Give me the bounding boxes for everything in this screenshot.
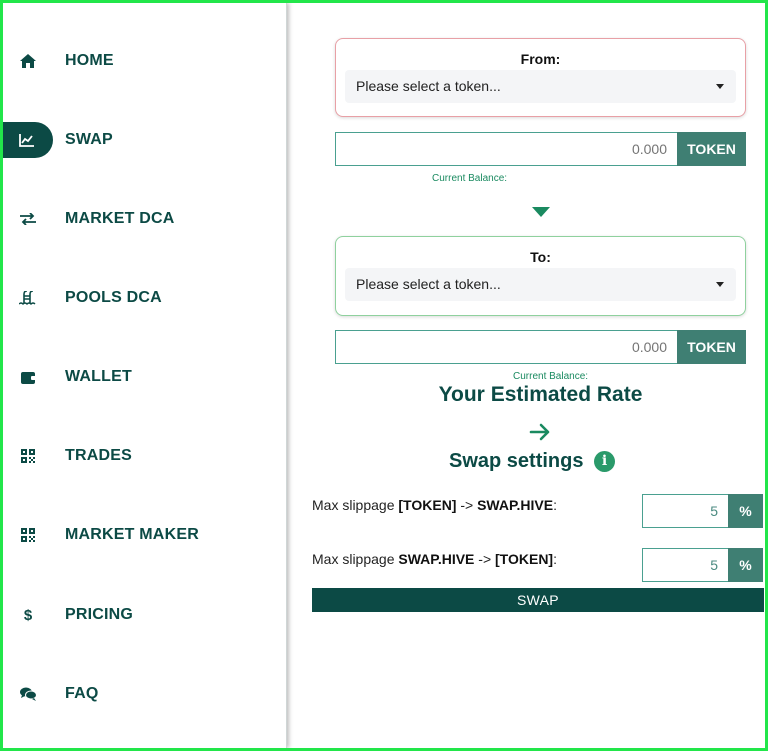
from-token-card: From: Please select a token... <box>335 38 746 117</box>
to-token-select[interactable]: Please select a token... <box>345 268 736 301</box>
sidebar-item-label: WALLET <box>65 368 132 385</box>
from-token-button[interactable]: TOKEN <box>677 132 746 166</box>
sidebar-item-label: POOLS DCA <box>65 289 162 306</box>
exchange-arrows-icon <box>17 208 39 230</box>
from-balance-label: Current Balance: <box>432 173 508 184</box>
qrcode-icon <box>17 445 39 467</box>
sidebar: HOME SWAP MARKET DCA POOLS DCA WALLET TR… <box>3 3 287 748</box>
to-token-button[interactable]: TOKEN <box>677 330 746 364</box>
from-title: From: <box>520 51 561 67</box>
pool-ladder-icon <box>17 287 39 309</box>
sidebar-item-label: PRICING <box>65 606 134 623</box>
to-token-card: To: Please select a token... <box>335 236 746 316</box>
slippage-input-2[interactable] <box>642 548 728 582</box>
from-amount-row: TOKEN <box>335 132 746 166</box>
sidebar-item-home[interactable]: HOME <box>3 41 286 81</box>
sidebar-item-wallet[interactable]: WALLET <box>3 357 286 397</box>
sidebar-item-label: TRADES <box>65 447 132 464</box>
comments-icon <box>17 683 39 705</box>
dollar-icon: $ <box>23 606 33 624</box>
to-title: To: <box>530 249 551 265</box>
percent-addon-1: % <box>728 494 763 528</box>
swap-submit-button[interactable]: SWAP <box>312 588 764 612</box>
to-amount-input[interactable] <box>335 330 677 364</box>
sidebar-item-label: MARKET MAKER <box>65 526 199 543</box>
wallet-icon <box>17 366 39 388</box>
chevron-down-icon <box>716 282 724 287</box>
sidebar-item-label: HOME <box>65 52 114 69</box>
sidebar-item-label: MARKET DCA <box>65 210 175 227</box>
slippage-label-2: Max slippage SWAP.HIVE -> [TOKEN]: <box>312 551 557 567</box>
chart-line-icon <box>15 129 37 151</box>
slippage-input-1[interactable] <box>642 494 728 528</box>
sidebar-item-market-maker[interactable]: MARKET MAKER <box>3 515 286 555</box>
info-icon[interactable]: i <box>594 451 615 472</box>
to-amount-row: TOKEN <box>335 330 746 364</box>
from-token-select-value: Please select a token... <box>356 78 501 94</box>
swap-settings-title: Swap settings <box>449 450 584 472</box>
slippage-label-1: Max slippage [TOKEN] -> SWAP.HIVE: <box>312 497 557 513</box>
percent-addon-2: % <box>728 548 763 582</box>
from-amount-input[interactable] <box>335 132 677 166</box>
sidebar-item-label: SWAP <box>65 131 113 148</box>
caret-down-icon[interactable] <box>532 207 550 217</box>
sidebar-item-trades[interactable]: TRADES <box>3 436 286 476</box>
estimated-rate-title: Your Estimated Rate <box>438 383 643 406</box>
sidebar-item-market-dca[interactable]: MARKET DCA <box>3 199 286 239</box>
sidebar-item-label: FAQ <box>65 685 99 702</box>
chevron-down-icon <box>716 84 724 89</box>
sidebar-item-faq[interactable]: FAQ <box>3 674 286 714</box>
to-balance-label: Current Balance: <box>513 371 589 382</box>
sidebar-item-swap[interactable]: SWAP <box>3 120 286 160</box>
qrcode-icon <box>17 524 39 546</box>
to-token-select-value: Please select a token... <box>356 276 501 292</box>
home-icon <box>17 50 39 72</box>
from-token-select[interactable]: Please select a token... <box>345 70 736 103</box>
sidebar-item-pools-dca[interactable]: POOLS DCA <box>3 278 286 318</box>
sidebar-item-pricing[interactable]: $ PRICING <box>3 595 286 635</box>
arrow-right-icon <box>529 421 551 443</box>
